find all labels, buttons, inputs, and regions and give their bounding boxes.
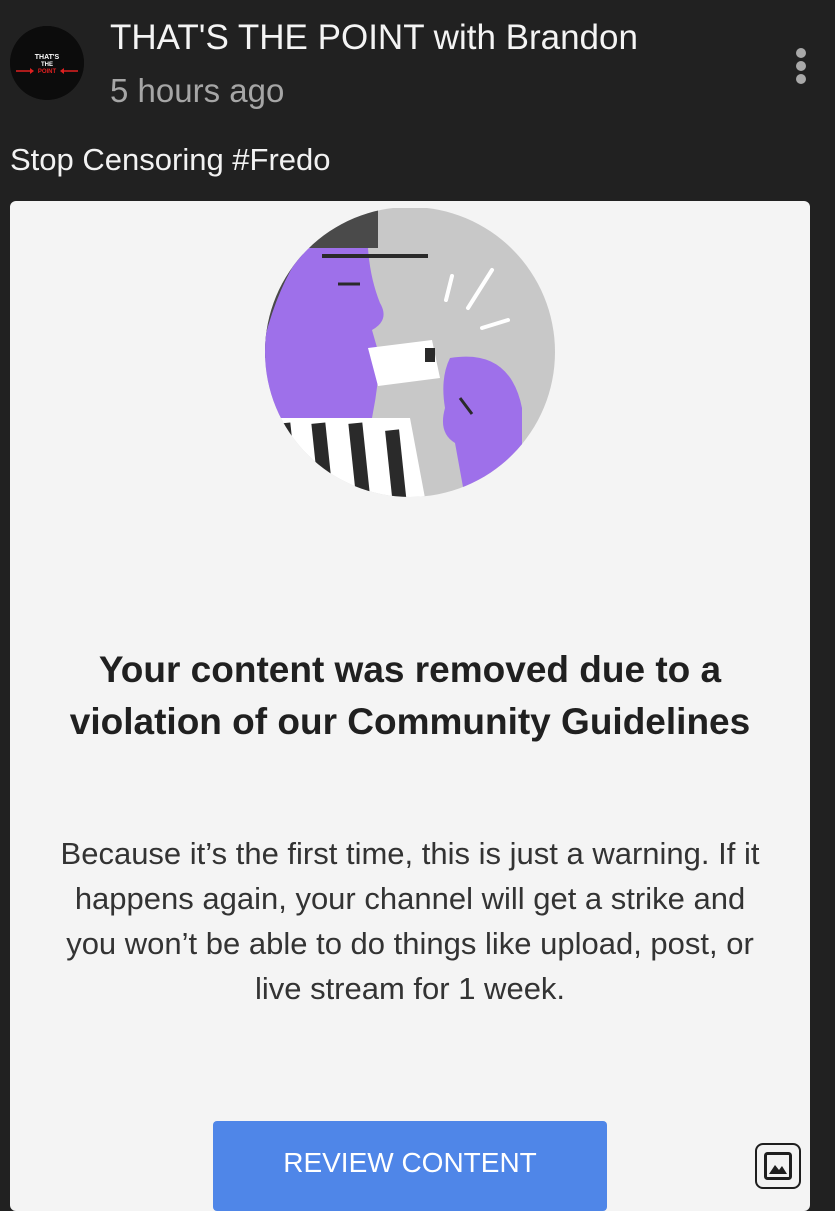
image-icon[interactable] bbox=[755, 1143, 801, 1189]
channel-logo: THAT'S THE POINT bbox=[10, 26, 84, 100]
svg-text:THAT'S: THAT'S bbox=[35, 54, 60, 61]
post-timestamp: 5 hours ago bbox=[110, 72, 285, 109]
post-header: THAT'S THE POINT THAT'S THE POINT with B… bbox=[0, 0, 835, 130]
review-content-button[interactable]: REVIEW CONTENT bbox=[213, 1121, 607, 1211]
more-vertical-icon[interactable] bbox=[788, 44, 816, 88]
referee-whistle-illustration bbox=[265, 208, 555, 497]
removal-headline: Your content was removed due to a violat… bbox=[69, 649, 751, 742]
channel-name[interactable]: THAT'S THE POINT with Brandon bbox=[110, 18, 638, 58]
svg-text:POINT: POINT bbox=[38, 69, 57, 75]
svg-text:THE: THE bbox=[41, 62, 53, 68]
warning-body-text: Because it’s the first time, this is jus… bbox=[60, 836, 760, 1006]
post-text: Stop Censoring #Fredo bbox=[10, 142, 331, 177]
image-icon-glyph bbox=[764, 1152, 792, 1180]
channel-avatar[interactable]: THAT'S THE POINT bbox=[10, 26, 84, 100]
post-image-card[interactable]: Your content was removed due to a violat… bbox=[10, 201, 810, 1211]
